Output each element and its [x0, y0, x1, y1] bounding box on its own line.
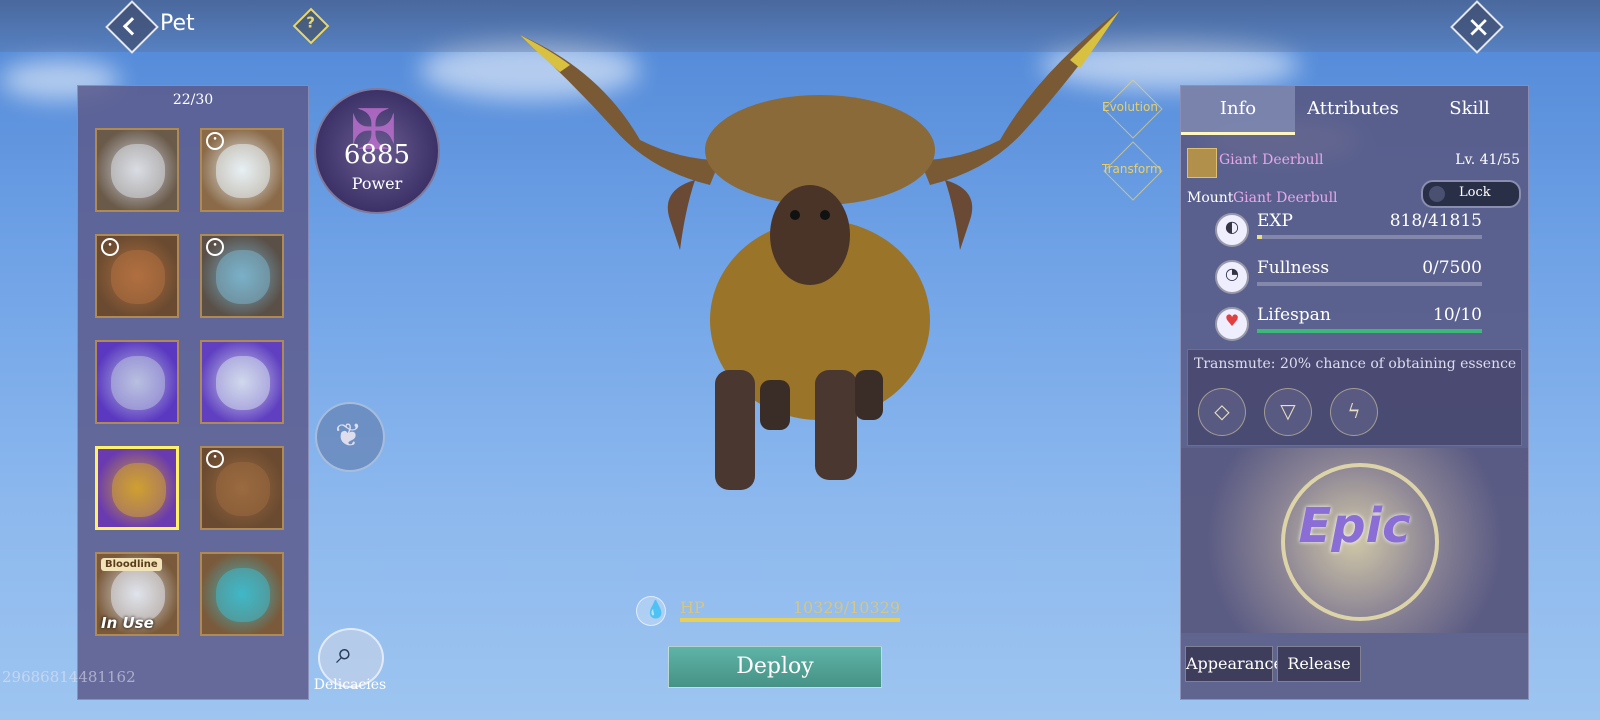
- transform-label: Transform: [1102, 162, 1162, 176]
- stat-label-exp: EXP: [1257, 211, 1293, 231]
- stat-label-lifespan: Lifespan: [1257, 305, 1331, 325]
- food-icon: ⌕: [336, 636, 353, 671]
- hp-value: 10329/10329: [792, 598, 900, 617]
- stat-bar-lifespan: [1257, 329, 1482, 333]
- deploy-button[interactable]: Deploy: [668, 646, 882, 688]
- pet-model: [520, 10, 1120, 490]
- pet-type-icon: [1187, 148, 1217, 178]
- pet-level: Lv. 41/55: [1455, 152, 1520, 168]
- pet-portrait: [216, 144, 270, 198]
- mount-label: Mount: [1187, 190, 1234, 206]
- pet-portrait: [111, 144, 165, 198]
- transmute-box: Transmute: 20% chance of obtaining essen…: [1187, 349, 1522, 446]
- power-emblem: ✠ 6885 Power: [314, 88, 440, 214]
- hp-label: HP: [680, 598, 705, 617]
- pet-portrait: [216, 568, 270, 622]
- essence-slot-square-icon[interactable]: ◇: [1198, 388, 1246, 436]
- heart-icon: ♥: [1215, 307, 1249, 341]
- power-value: 6885: [343, 140, 411, 170]
- pet-slot-drake[interactable]: [95, 340, 179, 424]
- pet-slot-dragon[interactable]: •: [200, 234, 284, 318]
- release-button[interactable]: Release: [1277, 646, 1361, 682]
- pet-slot-fox[interactable]: •: [200, 128, 284, 212]
- stat-bar-fill: [1257, 235, 1262, 239]
- pet-portrait: [112, 463, 166, 517]
- pet-count: 22/30: [172, 92, 214, 108]
- lock-icon: •: [206, 450, 224, 468]
- mount-name: Giant Deerbull: [1233, 190, 1338, 206]
- pet-portrait: [111, 250, 165, 304]
- stat-label-fullness: Fullness: [1257, 258, 1330, 278]
- hp-bar-fill: [680, 618, 900, 622]
- stat-value-exp: 818/41815: [1389, 211, 1482, 231]
- tab-attributes[interactable]: Attributes: [1295, 86, 1411, 132]
- stat-bar-fullness: [1257, 282, 1482, 286]
- lock-icon: •: [206, 132, 224, 150]
- pet-portrait: [216, 250, 270, 304]
- lock-label: Lock: [1459, 185, 1491, 200]
- stat-bar-exp: [1257, 235, 1482, 239]
- lock-icon: •: [101, 238, 119, 256]
- stat-value-lifespan: 10/10: [1433, 305, 1482, 325]
- bloodline-badge: Bloodline: [101, 558, 162, 571]
- lock-toggle-knob: [1429, 186, 1445, 202]
- pet-slot-deerbull[interactable]: [95, 446, 179, 530]
- delicacies-label: Delicacies: [313, 677, 387, 693]
- stat-bar-fill: [1257, 329, 1482, 333]
- page-title: Pet: [160, 11, 195, 36]
- pet-slot-character[interactable]: [95, 128, 179, 212]
- evolution-label: Evolution: [1102, 100, 1158, 114]
- pet-slot-bloodline[interactable]: Bloodline In Use: [95, 552, 179, 636]
- pet-collection-panel: 22/30 • • • • Bloodline In Use: [77, 85, 309, 700]
- pet-slot-boar[interactable]: •: [200, 446, 284, 530]
- lock-icon: •: [206, 238, 224, 256]
- essence-slot-lightning-icon[interactable]: ϟ: [1330, 388, 1378, 436]
- player-uid: 29686814481162: [2, 668, 136, 686]
- swirl-icon: ◐: [1215, 213, 1249, 247]
- pet-portrait: [216, 462, 270, 516]
- essence-slot-triangle-icon[interactable]: ▽: [1264, 388, 1312, 436]
- appearance-button[interactable]: Appearance: [1185, 646, 1283, 682]
- pet-info-panel: Info Attributes Skill Giant Deerbull Lv.…: [1180, 85, 1529, 700]
- pet-slot-lion[interactable]: •: [95, 234, 179, 318]
- stomach-icon: ◔: [1215, 260, 1249, 294]
- pet-portrait: [216, 356, 270, 410]
- tab-info[interactable]: Info: [1181, 86, 1295, 135]
- pet-slot-serpent[interactable]: [200, 340, 284, 424]
- stat-value-fullness: 0/7500: [1422, 258, 1482, 278]
- tab-skill[interactable]: Skill: [1411, 86, 1528, 132]
- in-use-label: In Use: [101, 614, 154, 632]
- hp-icon: 💧: [636, 596, 666, 626]
- power-label: Power: [351, 174, 403, 193]
- transmute-text: Transmute: 20% chance of obtaining essen…: [1194, 356, 1517, 372]
- phoenix-button[interactable]: ❦: [315, 402, 385, 472]
- pet-portrait: [111, 356, 165, 410]
- hp-bar: [680, 618, 900, 622]
- pet-slot-fish[interactable]: [200, 552, 284, 636]
- rarity-emblem: Epic: [1181, 448, 1528, 633]
- phoenix-icon: ❦: [335, 416, 362, 454]
- rarity-text: Epic: [1298, 498, 1411, 554]
- lock-toggle[interactable]: Lock: [1421, 180, 1521, 208]
- pet-name: Giant Deerbull: [1219, 152, 1324, 168]
